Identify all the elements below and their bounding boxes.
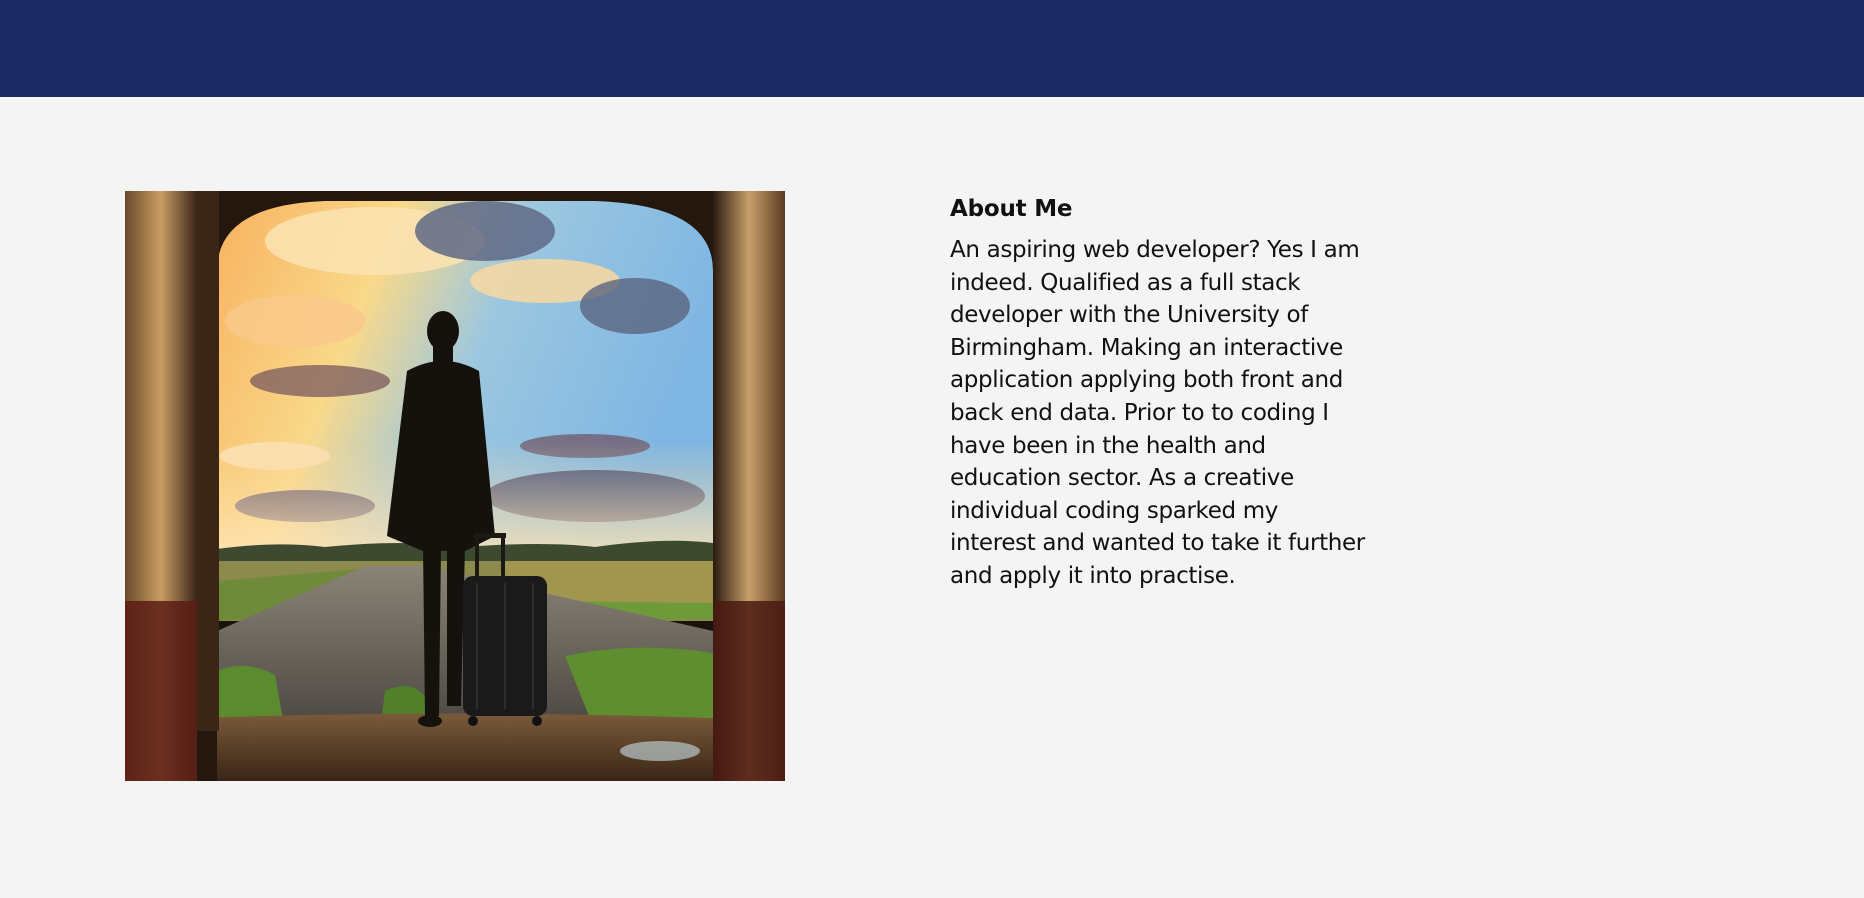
top-navbar bbox=[0, 0, 1864, 97]
about-heading: About Me bbox=[950, 196, 1073, 222]
hero-image bbox=[125, 191, 785, 781]
about-section: About Me An aspiring web developer? Yes … bbox=[950, 193, 1370, 593]
about-body-text: An aspiring web developer? Yes I am inde… bbox=[950, 237, 1365, 589]
traveller-archway-illustration bbox=[125, 191, 785, 781]
